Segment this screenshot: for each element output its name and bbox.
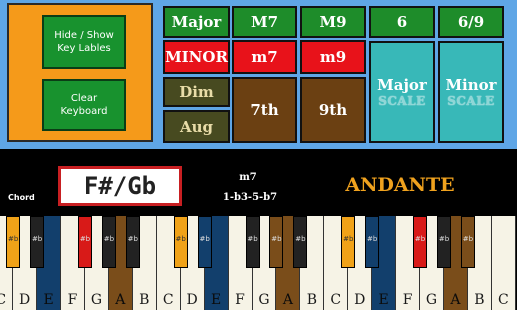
black-key-label: #b	[79, 235, 91, 243]
white-key-label: A	[450, 292, 461, 308]
min7-button[interactable]: m7	[232, 40, 297, 74]
white-key-label: D	[19, 292, 31, 308]
black-key-label: #b	[414, 235, 426, 243]
white-key-label: C	[162, 292, 174, 308]
major-scale-button[interactable]: Major SCALE	[369, 41, 435, 143]
black-key-label: #b	[343, 235, 354, 243]
maj7-button[interactable]: M7	[232, 6, 297, 38]
white-key-label: C	[330, 292, 342, 308]
white-key-label: F	[235, 292, 245, 308]
piano-keyboard: C D E F G A B C D E F G A B C D E F G A B C #b #b #b #b #b #b #b #b #b…	[0, 214, 517, 310]
black-key[interactable]: #b	[77, 216, 92, 268]
chord-label: Chord	[8, 193, 35, 202]
black-key[interactable]: #b	[173, 216, 188, 268]
chord-name-display: F#/Gb	[58, 166, 182, 206]
hide-show-labels-button[interactable]: Hide / Show Key Lables	[42, 15, 126, 69]
white-key-label: F	[402, 292, 413, 308]
white-key-label: B	[139, 292, 150, 308]
black-key[interactable]: #b	[6, 216, 21, 268]
black-key[interactable]: #b	[436, 216, 451, 268]
white-key-label: E	[378, 292, 389, 308]
six-nine-button[interactable]: 6/9	[438, 6, 504, 38]
major-scale-label: Major	[377, 76, 427, 94]
tempo-display: ANDANTE	[345, 174, 455, 196]
black-key[interactable]: #b	[341, 216, 356, 268]
aug-button[interactable]: Aug	[163, 110, 230, 143]
chord-formula-display: 1-b3-5-b7	[222, 192, 278, 203]
utility-box: Hide / Show Key Lables Clear Keyboard	[7, 3, 153, 142]
black-key-label: #b	[8, 235, 19, 243]
black-key-label: #b	[199, 235, 210, 243]
ninth-button[interactable]: 9th	[300, 77, 366, 143]
maj9-button[interactable]: M9	[300, 6, 366, 38]
black-key-label: #b	[127, 235, 138, 243]
black-key[interactable]: #b	[125, 216, 140, 268]
black-key-label: #b	[295, 235, 306, 243]
black-key[interactable]: #b	[245, 216, 260, 268]
black-key[interactable]: #b	[293, 216, 308, 268]
minor-button[interactable]: MINOR	[163, 40, 230, 74]
white-key-label: F	[67, 292, 78, 308]
chord-type-display: m7	[239, 172, 257, 183]
white-key-label: G	[258, 292, 270, 308]
black-key[interactable]: #b	[365, 216, 380, 268]
black-key[interactable]: #b	[460, 216, 475, 268]
control-panel: Hide / Show Key Lables Clear Keyboard Ma…	[0, 0, 517, 149]
white-key-label: D	[354, 292, 366, 308]
black-key[interactable]: #b	[30, 216, 45, 268]
black-key[interactable]: #b	[269, 216, 284, 268]
white-key-label: G	[90, 292, 103, 308]
white-key-label: C	[0, 292, 7, 308]
black-key-label: #b	[247, 235, 258, 243]
black-key[interactable]: #b	[413, 216, 428, 268]
white-key-label: E	[210, 292, 222, 308]
seventh-button[interactable]: 7th	[232, 77, 297, 143]
white-key-label: D	[186, 292, 198, 308]
black-key[interactable]: #b	[101, 216, 116, 268]
minor-scale-label: Minor	[445, 76, 497, 94]
white-key-label: B	[474, 292, 485, 308]
black-key-label: #b	[175, 235, 186, 243]
black-key-label: #b	[271, 235, 282, 243]
major-scale-sublabel: SCALE	[378, 94, 426, 108]
white-key-label: A	[115, 292, 126, 308]
minor-scale-button[interactable]: Minor SCALE	[438, 41, 504, 143]
white-key-label: C	[497, 292, 509, 308]
min9-button[interactable]: m9	[300, 40, 366, 74]
black-key[interactable]: #b	[197, 216, 212, 268]
dim-button[interactable]: Dim	[163, 77, 230, 107]
sixth-button[interactable]: 6	[369, 6, 435, 38]
black-key-label: #b	[462, 235, 474, 243]
white-key-label: A	[282, 292, 293, 308]
black-key-label: #b	[31, 235, 43, 243]
black-key-label: #b	[438, 235, 450, 243]
white-key[interactable]: C	[491, 216, 516, 310]
white-key-label: E	[43, 292, 54, 308]
black-key-label: #b	[367, 235, 378, 243]
white-key-label: G	[425, 292, 438, 308]
major-button[interactable]: Major	[163, 6, 230, 38]
white-key-label: B	[306, 292, 317, 308]
minor-scale-sublabel: SCALE	[447, 94, 495, 108]
clear-keyboard-button[interactable]: Clear Keyboard	[42, 79, 126, 131]
black-key-label: #b	[103, 235, 115, 243]
